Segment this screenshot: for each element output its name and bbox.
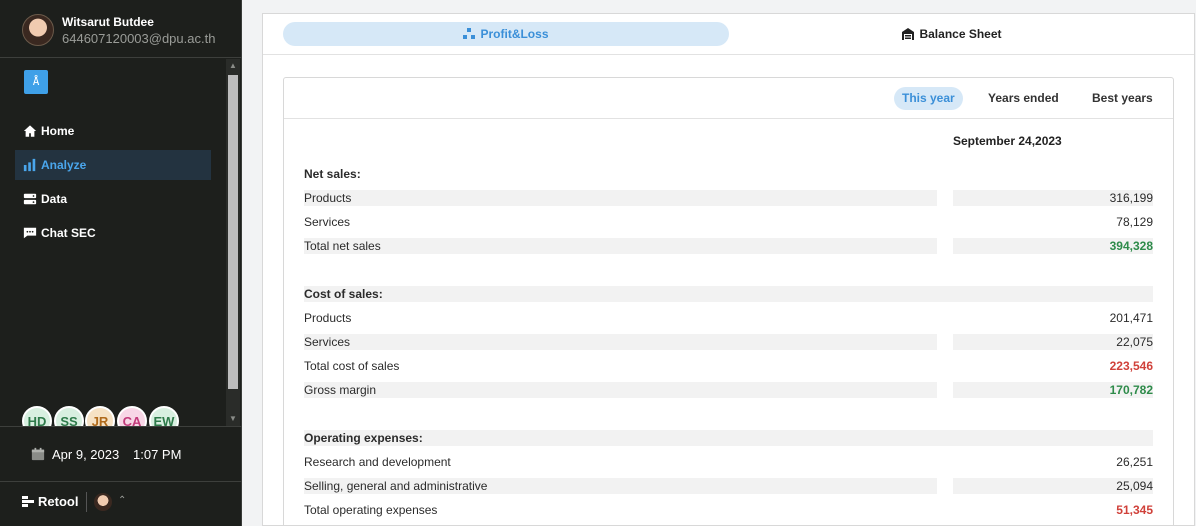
nav-chat-sec[interactable]: Chat SEC [15, 218, 211, 248]
scroll-thumb[interactable] [228, 75, 238, 389]
collaborator-avatars: HD SS JR CA EW [22, 406, 222, 426]
server-icon [23, 193, 37, 205]
collaborator-avatar[interactable]: SS [54, 406, 84, 426]
period-years-ended[interactable]: Years ended [980, 87, 1067, 110]
row-label: Cost of sales: [304, 287, 383, 301]
collaborator-avatar[interactable]: JR [85, 406, 115, 426]
nav-analyze[interactable]: Analyze [15, 150, 211, 180]
table-row: Total cost of sales 223,546 [304, 358, 1153, 374]
table-row: Products 201,471 [304, 310, 1153, 326]
row-label: Gross margin [304, 383, 377, 397]
tab-profit-loss[interactable]: Profit&Loss [283, 22, 729, 46]
date-time-row: Apr 9, 2023 1:07 PM [0, 426, 242, 482]
nav-data[interactable]: Data [15, 184, 211, 214]
current-date: Apr 9, 2023 [52, 447, 120, 462]
brand-row: Retool ⌃ [0, 482, 242, 526]
table-row: Total net sales 394,328 [304, 238, 1153, 254]
chat-icon [23, 227, 37, 239]
calendar-icon [31, 447, 45, 461]
nav-data-label: Data [41, 192, 68, 206]
table-row: Selling, general and administrative 25,0… [304, 478, 1153, 494]
row-value: 170,782 [1109, 383, 1153, 397]
main-panel: Profit&Loss Balance Sheet This year Year… [262, 13, 1195, 526]
brand-label: Retool [38, 494, 79, 509]
nav-chat-sec-label: Chat SEC [41, 226, 96, 240]
sidebar-scrollbar[interactable]: ▲ ▼ [226, 59, 240, 426]
table-row: Gross margin 170,782 [304, 382, 1153, 398]
scroll-down-arrow-icon[interactable]: ▼ [226, 412, 240, 426]
table-row: Total operating expenses 51,345 [304, 502, 1153, 518]
table-row: Services 22,075 [304, 334, 1153, 350]
user-profile[interactable]: Witsarut Butdee 644607120003@dpu.ac.th [0, 0, 242, 58]
tab-balance-sheet-label: Balance Sheet [919, 27, 1002, 41]
warehouse-icon [902, 28, 915, 40]
nav-analyze-label: Analyze [41, 158, 87, 172]
table-row: Cost of sales: [304, 286, 1153, 302]
row-label: Total cost of sales [304, 359, 400, 373]
nav-home[interactable]: Home [15, 116, 211, 146]
period-selector: This year Years ended Best years [284, 78, 1173, 119]
bar-chart-icon [23, 158, 36, 172]
current-time: 1:07 PM [133, 447, 182, 462]
tab-profit-loss-label: Profit&Loss [480, 27, 549, 41]
column-header-date: September 24,2023 [953, 134, 1062, 148]
row-label: Products [304, 191, 352, 205]
table-row: Operating expenses: [304, 430, 1153, 446]
row-value: 26,251 [1116, 455, 1153, 469]
row-label: Total net sales [304, 239, 381, 253]
app-logo-icon[interactable]: Å [24, 70, 48, 94]
tab-balance-sheet[interactable]: Balance Sheet [729, 22, 1175, 46]
scroll-up-arrow-icon[interactable]: ▲ [226, 59, 240, 73]
period-best-years[interactable]: Best years [1084, 87, 1161, 110]
row-value: 78,129 [1116, 215, 1153, 229]
divider [86, 492, 87, 512]
user-avatar [22, 14, 54, 46]
period-this-year[interactable]: This year [894, 87, 963, 110]
retool-brand[interactable]: Retool [22, 494, 78, 509]
row-value: 22,075 [1116, 335, 1153, 349]
row-value: 25,094 [1116, 479, 1153, 493]
table-row: Services 78,129 [304, 214, 1153, 230]
row-value: 201,471 [1109, 311, 1153, 325]
user-email: 644607120003@dpu.ac.th [62, 31, 216, 46]
row-label: Net sales: [304, 167, 361, 181]
home-icon [23, 125, 37, 137]
sidebar: Witsarut Butdee 644607120003@dpu.ac.th Å… [0, 0, 242, 526]
row-label: Research and development [304, 455, 451, 469]
table-row: Products 316,199 [304, 190, 1153, 206]
collaborator-avatar[interactable]: EW [149, 406, 179, 426]
row-value: 394,328 [1109, 239, 1153, 253]
row-value: 316,199 [1109, 191, 1153, 205]
table-row: Net sales: [304, 166, 1153, 182]
nav-home-label: Home [41, 124, 75, 138]
account-avatar[interactable] [94, 493, 112, 511]
collaborator-avatar[interactable]: CA [117, 406, 147, 426]
sitemap-icon [463, 28, 476, 39]
profit-loss-card: This year Years ended Best years Septemb… [283, 77, 1174, 525]
row-label: Selling, general and administrative [304, 479, 488, 493]
row-value: 51,345 [1116, 503, 1153, 517]
row-label: Services [304, 335, 351, 349]
row-label: Services [304, 215, 351, 229]
report-tabs: Profit&Loss Balance Sheet [263, 14, 1194, 55]
table-row: Research and development 26,251 [304, 454, 1153, 470]
row-label: Operating expenses: [304, 431, 423, 445]
row-label: Total operating expenses [304, 503, 438, 517]
row-label: Products [304, 311, 352, 325]
user-name: Witsarut Butdee [62, 15, 154, 29]
retool-logo-icon [22, 495, 34, 507]
chevron-up-icon[interactable]: ⌃ [118, 495, 126, 506]
collaborator-avatar[interactable]: HD [22, 406, 52, 426]
row-value: 223,546 [1109, 359, 1153, 373]
